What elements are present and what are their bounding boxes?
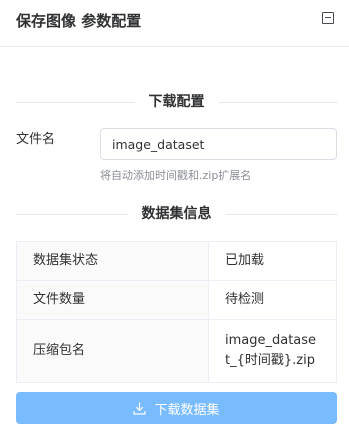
filename-input[interactable] bbox=[100, 128, 337, 160]
download-config-divider: 下载配置 bbox=[16, 92, 337, 112]
download-icon bbox=[133, 401, 147, 415]
file-count-value: 待检测 bbox=[208, 280, 337, 320]
minus-square-icon[interactable] bbox=[322, 12, 334, 24]
dataset-status-value: 已加载 bbox=[208, 241, 337, 281]
archive-name-value: image_dataset_{时间戳}.zip bbox=[208, 319, 337, 383]
download-config-title: 下载配置 bbox=[134, 92, 219, 112]
save-image-config-panel: 保存图像 参数配置 下载配置 文件名 将自动添加时间戳和.zip扩展名 数据集信… bbox=[0, 0, 349, 432]
file-count-label: 文件数量 bbox=[16, 280, 209, 320]
download-dataset-button[interactable]: 下载数据集 bbox=[16, 392, 337, 424]
filename-label: 文件名 bbox=[16, 132, 56, 147]
table-row: 数据集状态 已加载 bbox=[16, 241, 337, 281]
dataset-info-title: 数据集信息 bbox=[127, 204, 226, 224]
download-button-label: 下载数据集 bbox=[154, 402, 220, 418]
table-row: 文件数量 待检测 bbox=[16, 280, 337, 320]
dataset-status-label: 数据集状态 bbox=[16, 241, 209, 281]
archive-name-label: 压缩包名 bbox=[16, 319, 209, 383]
table-row: 压缩包名 image_dataset_{时间戳}.zip bbox=[16, 319, 337, 383]
dataset-info-divider: 数据集信息 bbox=[16, 204, 337, 224]
dataset-info-table: 数据集状态 已加载 文件数量 待检测 压缩包名 image_dataset_{时… bbox=[16, 241, 337, 383]
filename-hint: 将自动添加时间戳和.zip扩展名 bbox=[100, 169, 252, 182]
panel-header: 保存图像 参数配置 bbox=[0, 0, 349, 47]
panel-title: 保存图像 参数配置 bbox=[16, 12, 142, 30]
